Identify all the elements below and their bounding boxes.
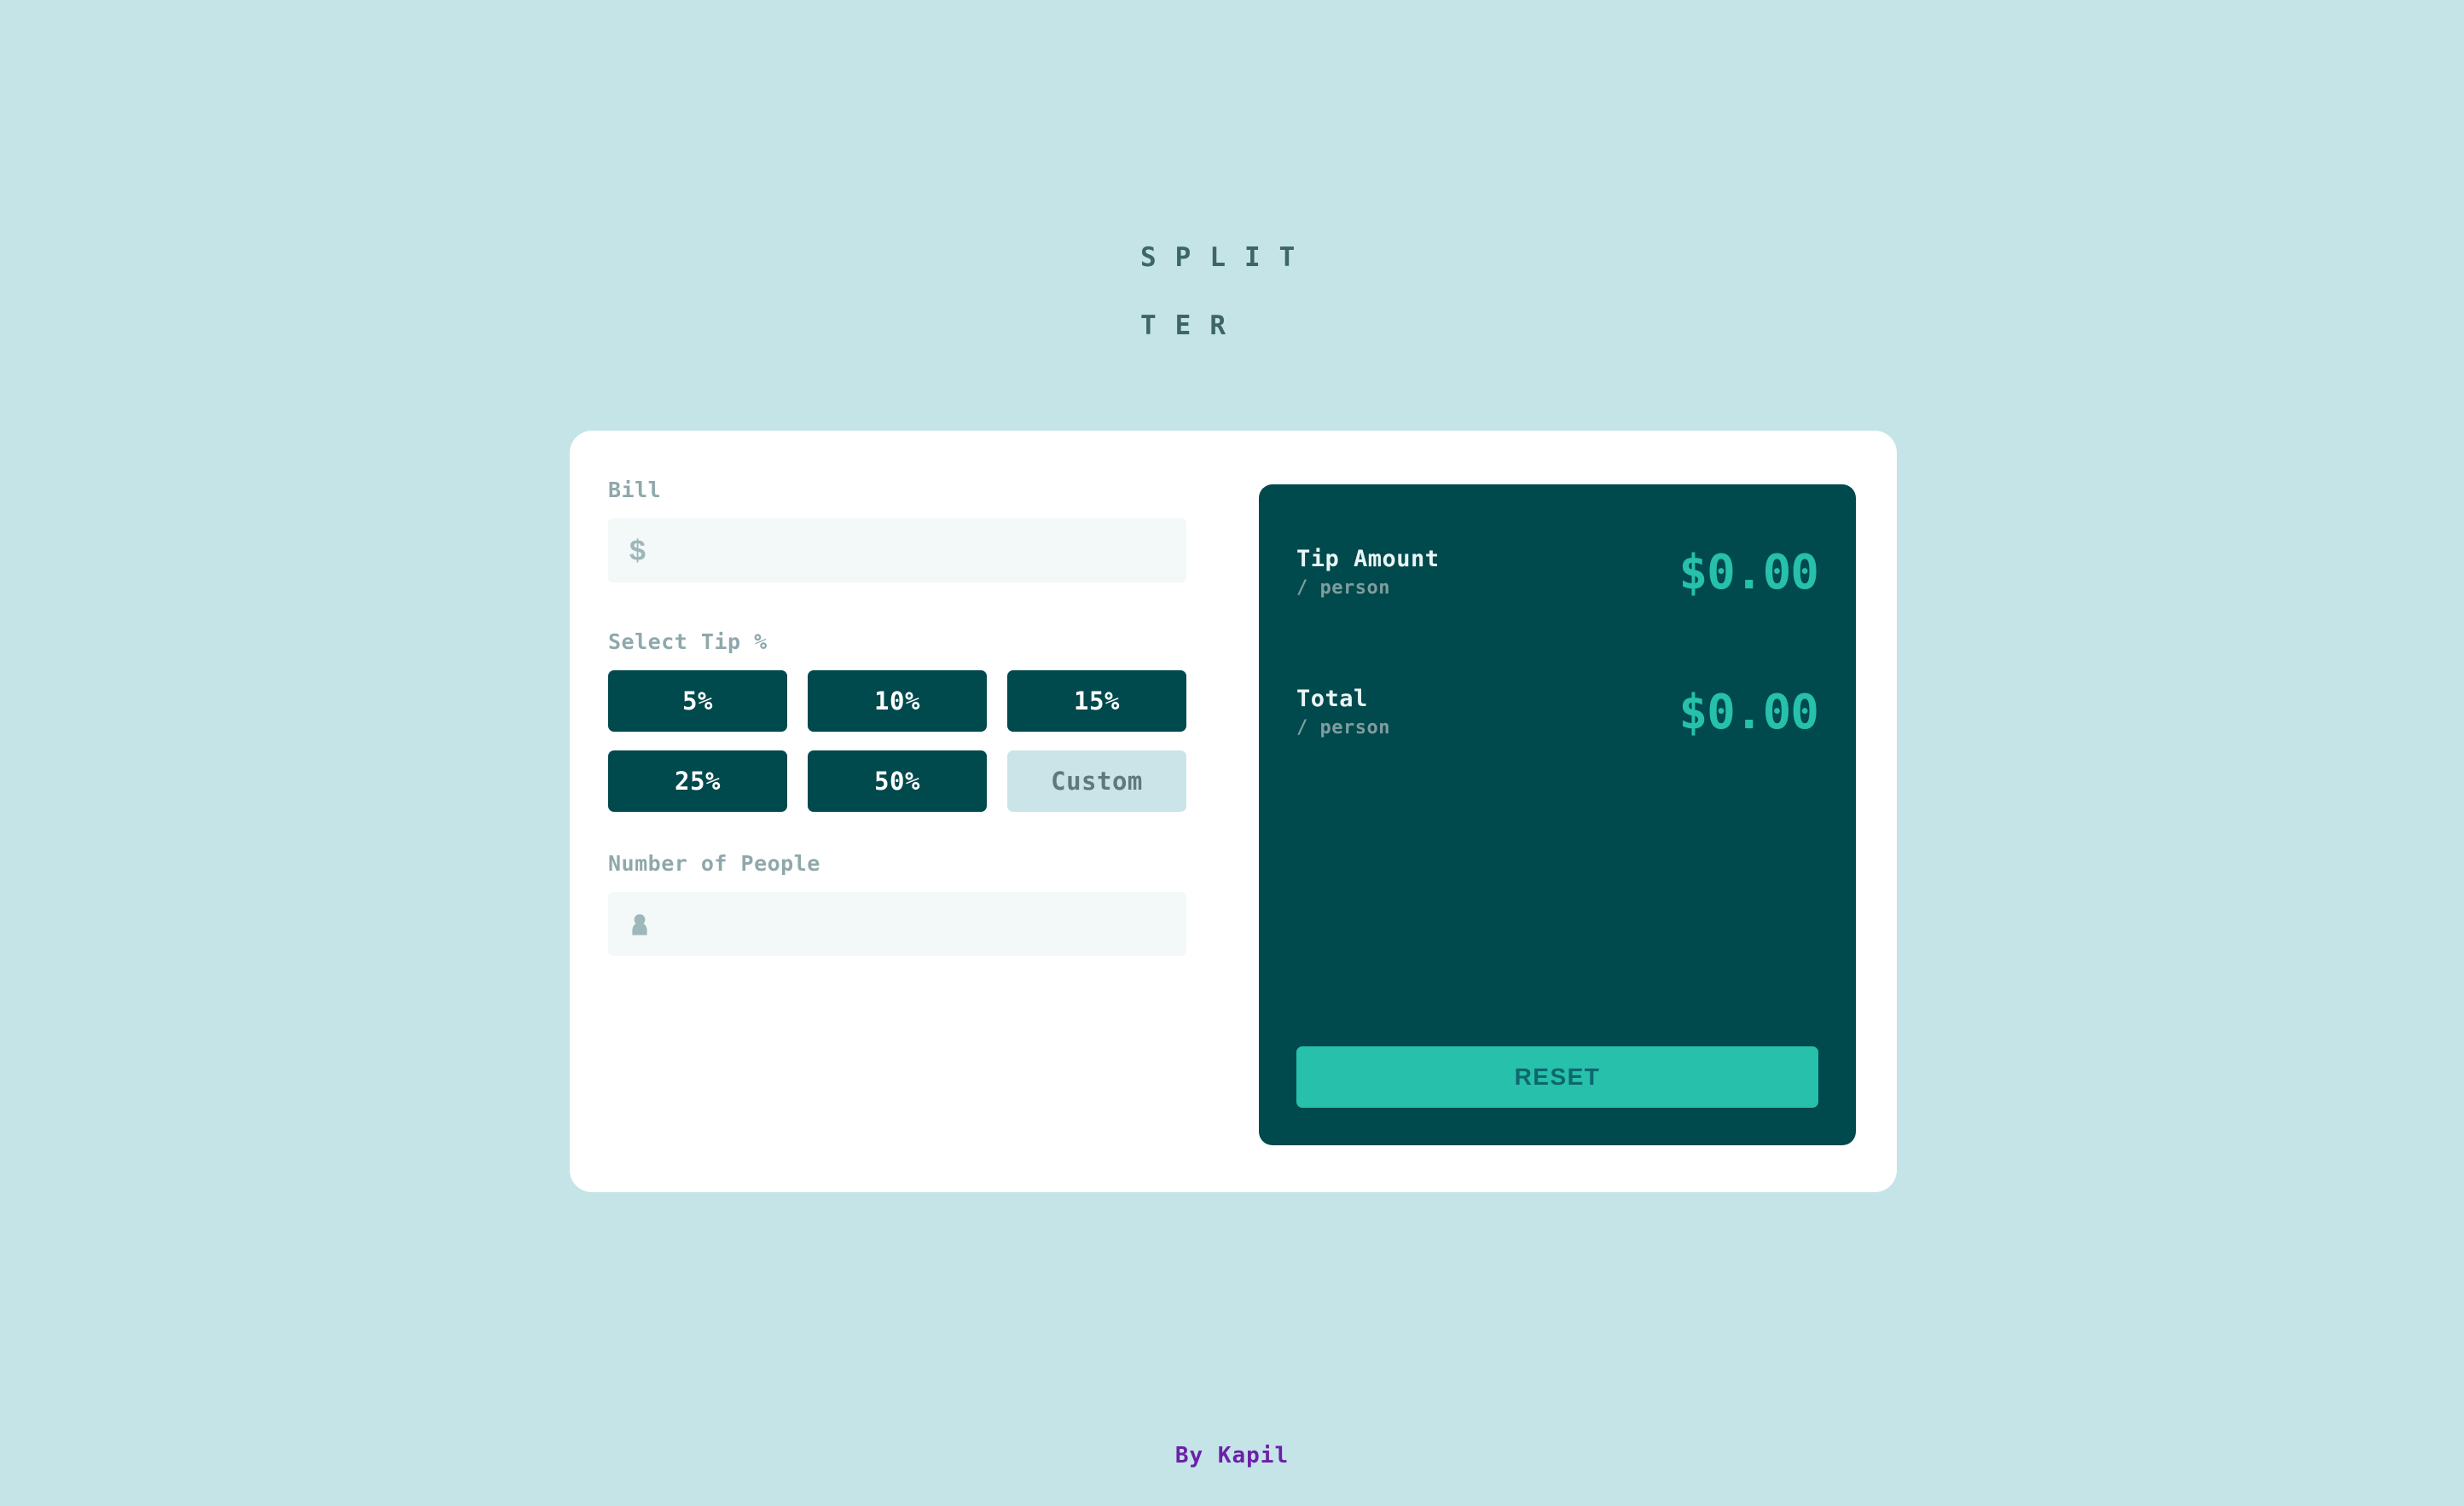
tip-option-50[interactable]: 50% [808,750,987,812]
number-of-people-label: Number of People [608,851,820,876]
tip-amount-title: Tip Amount [1296,546,1440,572]
tip-option-5[interactable]: 5% [608,670,787,732]
spacer-bill-tip [608,582,1186,629]
splitter-card: Bill $ Select Tip % 5% 10% 15% 25% 50% C… [570,431,1897,1192]
people-input[interactable] [608,892,1186,956]
tip-option-25[interactable]: 25% [608,750,787,812]
total-row: Total / person $0.00 [1296,685,1819,740]
total-value: $0.00 [1678,685,1819,740]
bill-input[interactable] [608,518,1186,582]
tip-amount-value: $0.00 [1678,545,1819,600]
tip-options-grid: 5% 10% 15% 25% 50% Custom [608,670,1186,812]
people-input-wrapper[interactable] [608,892,1186,956]
spacer-tip-people [608,812,1186,851]
results-panel: Tip Amount / person $0.00 Total / person… [1259,484,1856,1145]
select-tip-label: Select Tip % [608,629,768,654]
results-wrapper: Tip Amount / person $0.00 Total / person… [1233,431,1897,1192]
spacer-results-rows [1296,600,1818,686]
tip-option-15[interactable]: 15% [1007,670,1186,732]
bill-input-wrapper[interactable]: $ [608,518,1186,582]
app-logo: SPLITTER [1140,242,1314,341]
tip-amount-labels: Tip Amount / person [1296,546,1440,600]
results-flex-spacer [1296,740,1818,1046]
total-subtitle: / person [1296,717,1390,739]
tip-option-10[interactable]: 10% [808,670,987,732]
form-panel: Bill $ Select Tip % 5% 10% 15% 25% 50% C… [570,431,1233,1192]
total-title: Total [1296,686,1368,712]
total-labels: Total / person [1296,686,1390,740]
bill-label: Bill [608,478,662,502]
tip-amount-row: Tip Amount / person $0.00 [1296,545,1819,600]
tip-option-custom[interactable]: Custom [1007,750,1186,812]
reset-button[interactable]: RESET [1296,1046,1818,1108]
footer-credit: By Kapil [1174,1443,1290,1468]
tip-amount-subtitle: / person [1296,577,1390,599]
